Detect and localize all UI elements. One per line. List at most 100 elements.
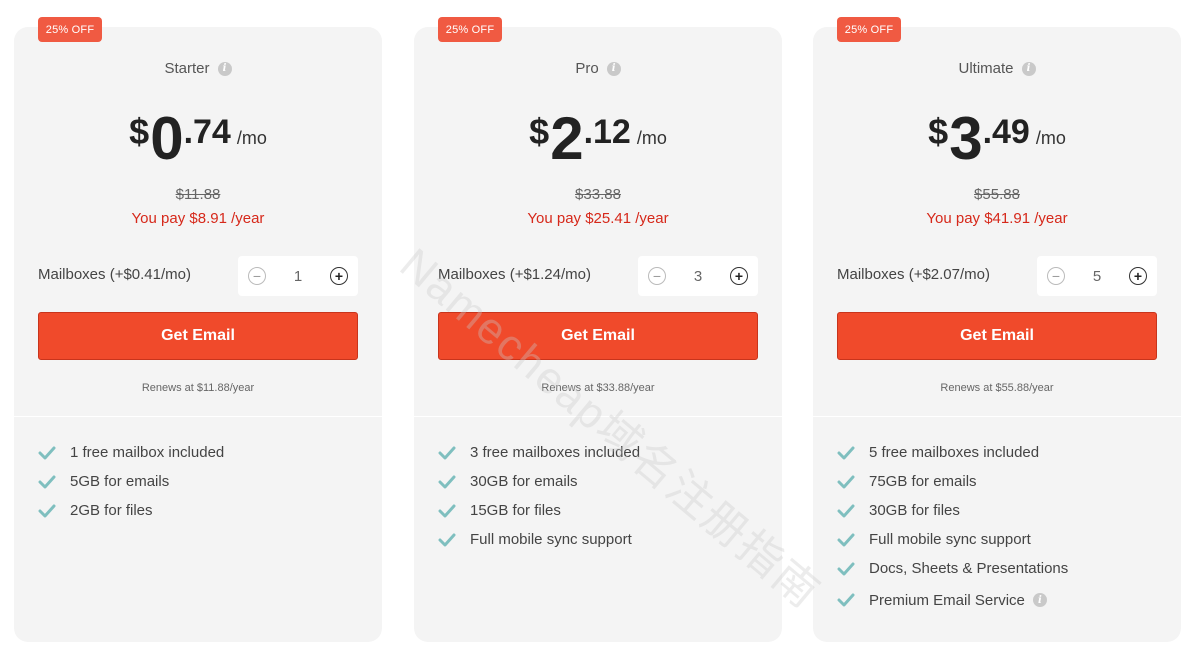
feature-list: 5 free mailboxes included 75GB for email… <box>837 438 1171 617</box>
plan-card-pro: 25% OFF Pro i $ 2 .12 /mo $33.88 You pay… <box>414 17 782 642</box>
mailbox-stepper: − 1 + <box>238 256 358 296</box>
feature-label: Docs, Sheets & Presentations <box>869 560 1069 577</box>
feature-label: 30GB for files <box>869 502 960 519</box>
mailbox-count[interactable]: 3 <box>694 268 702 285</box>
divider <box>14 416 382 417</box>
check-icon <box>837 475 855 488</box>
plan-name-label: Pro <box>575 60 599 77</box>
price-period: /mo <box>636 128 667 148</box>
mailbox-stepper: − 5 + <box>1037 256 1157 296</box>
price-integer: 3 <box>949 105 983 172</box>
get-email-button[interactable]: Get Email <box>438 312 758 360</box>
renews-text: Renews at $11.88/year <box>141 382 255 394</box>
feature-label: 30GB for emails <box>470 473 578 490</box>
old-price: $11.88 <box>175 186 221 203</box>
price-currency: $ <box>129 111 150 152</box>
feature-label: Full mobile sync support <box>869 531 1031 548</box>
renews-text: Renews at $33.88/year <box>541 382 655 394</box>
price-decimal: .49 <box>982 113 1030 151</box>
check-icon <box>837 562 855 575</box>
feature-item: 3 free mailboxes included <box>438 438 772 467</box>
discount-badge: 25% OFF <box>837 17 901 42</box>
feature-item: Full mobile sync support <box>837 525 1171 554</box>
you-pay: You pay $41.91 /year <box>926 210 1068 227</box>
divider <box>813 416 1181 417</box>
get-email-button[interactable]: Get Email <box>837 312 1157 360</box>
feature-item: 2GB for files <box>38 496 372 525</box>
old-price: $33.88 <box>575 186 621 203</box>
price-period: /mo <box>236 128 267 148</box>
check-icon <box>38 504 56 517</box>
get-email-button[interactable]: Get Email <box>38 312 358 360</box>
check-icon <box>438 475 456 488</box>
mailbox-stepper: − 3 + <box>638 256 758 296</box>
feature-label: 3 free mailboxes included <box>470 444 641 461</box>
plus-circle-icon[interactable]: + <box>730 267 748 285</box>
you-pay: You pay $8.91 /year <box>131 210 265 227</box>
you-pay: You pay $25.41 /year <box>527 210 669 227</box>
plus-circle-icon[interactable]: + <box>330 267 348 285</box>
price-decimal: .12 <box>583 113 631 151</box>
check-icon <box>438 533 456 546</box>
feature-item: 5GB for emails <box>38 467 372 496</box>
info-icon[interactable]: i <box>606 61 621 76</box>
check-icon <box>837 593 855 607</box>
feature-label: Premium Email Service <box>869 591 1025 609</box>
renews-text: Renews at $55.88/year <box>940 382 1054 394</box>
feature-label: 5 free mailboxes included <box>869 444 1040 461</box>
minus-circle-icon[interactable]: − <box>1047 267 1065 285</box>
feature-item: Premium Email Service i <box>837 583 1171 617</box>
price-decimal: .74 <box>183 113 231 151</box>
check-icon <box>38 475 56 488</box>
plan-name: Pro i <box>414 60 782 77</box>
mailboxes-label: Mailboxes (+$2.07/mo) <box>837 266 990 283</box>
feature-item: 30GB for emails <box>438 467 772 496</box>
feature-label: 5GB for emails <box>70 473 170 490</box>
divider <box>414 416 782 417</box>
feature-list: 1 free mailbox included 5GB for emails 2… <box>38 438 372 525</box>
feature-label: 2GB for files <box>70 502 153 519</box>
minus-circle-icon[interactable]: − <box>648 267 666 285</box>
price: $ 0 .74 /mo <box>14 103 382 173</box>
feature-label: 15GB for files <box>470 502 561 519</box>
price: $ 2 .12 /mo <box>414 103 782 173</box>
check-icon <box>438 446 456 459</box>
plan-card-starter: 25% OFF Starter i $ 0 .74 /mo $11.88 You… <box>14 17 382 642</box>
plus-circle-icon[interactable]: + <box>1129 267 1147 285</box>
discount-badge: 25% OFF <box>38 17 102 42</box>
price-currency: $ <box>928 111 949 152</box>
feature-item: 75GB for emails <box>837 467 1171 496</box>
check-icon <box>38 446 56 459</box>
mailboxes-label: Mailboxes (+$1.24/mo) <box>438 266 591 283</box>
feature-item: 30GB for files <box>837 496 1171 525</box>
plan-name-label: Ultimate <box>958 60 1014 77</box>
price: $ 3 .49 /mo <box>813 103 1181 173</box>
minus-circle-icon[interactable]: − <box>248 267 266 285</box>
feature-label: 1 free mailbox included <box>70 444 225 461</box>
feature-item: Full mobile sync support <box>438 525 772 554</box>
check-icon <box>837 446 855 459</box>
mailbox-count[interactable]: 1 <box>294 268 302 285</box>
price-integer: 0 <box>150 105 184 172</box>
feature-item: 15GB for files <box>438 496 772 525</box>
plan-name: Ultimate i <box>813 60 1181 77</box>
plan-name: Starter i <box>14 60 382 77</box>
check-icon <box>837 533 855 546</box>
plan-name-label: Starter <box>164 60 210 77</box>
feature-item: Docs, Sheets & Presentations <box>837 554 1171 583</box>
feature-list: 3 free mailboxes included 30GB for email… <box>438 438 772 554</box>
discount-badge: 25% OFF <box>438 17 502 42</box>
plan-card-ultimate: 25% OFF Ultimate i $ 3 .49 /mo $55.88 Yo… <box>813 17 1181 642</box>
price-period: /mo <box>1035 128 1066 148</box>
price-integer: 2 <box>550 105 584 172</box>
feature-label: Full mobile sync support <box>470 531 632 548</box>
feature-item: 1 free mailbox included <box>38 438 372 467</box>
info-icon[interactable]: i <box>1021 61 1036 76</box>
check-icon <box>837 504 855 517</box>
mailboxes-label: Mailboxes (+$0.41/mo) <box>38 266 191 283</box>
check-icon <box>438 504 456 517</box>
feature-item: 5 free mailboxes included <box>837 438 1171 467</box>
mailbox-count[interactable]: 5 <box>1093 268 1101 285</box>
info-icon[interactable]: i <box>217 61 232 76</box>
info-icon[interactable]: i <box>1032 593 1047 607</box>
